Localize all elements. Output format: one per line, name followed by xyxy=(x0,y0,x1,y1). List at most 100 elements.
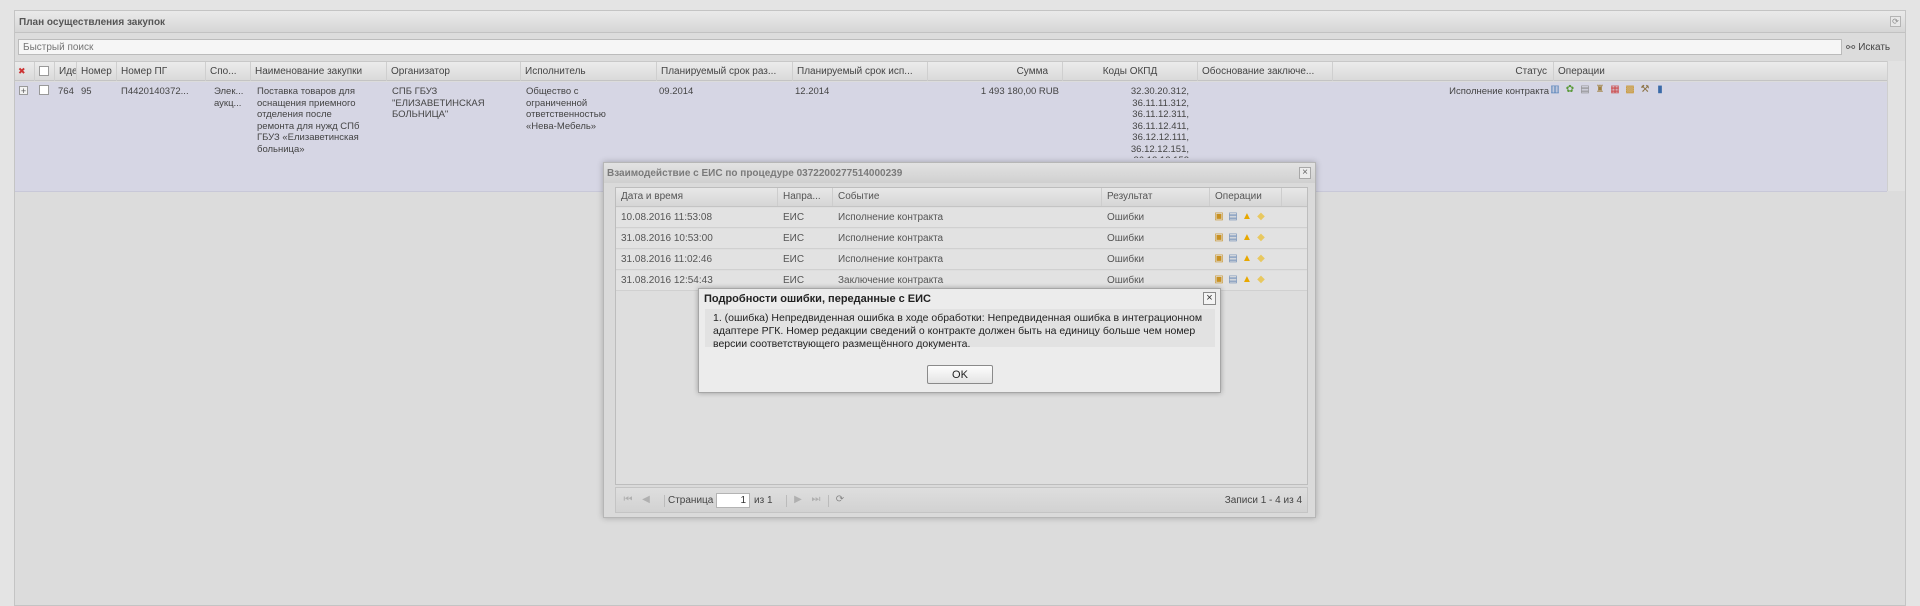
next-page-icon[interactable]: ▶ xyxy=(792,494,804,506)
column-direction[interactable]: Напра... xyxy=(778,188,833,206)
column-executor[interactable]: Исполнитель xyxy=(521,62,657,81)
divider xyxy=(664,495,665,507)
eis-dialog-title: Взаимодействие с ЕИС по процедуре 037220… xyxy=(607,168,903,179)
cell-event: Исполнение контракта xyxy=(838,233,944,244)
pagination-toolbar: ⏮ ◀ Страница из 1 ▶ ⏭ ⟳ Записи 1 - 4 из … xyxy=(615,487,1308,513)
cell-direction: ЕИС xyxy=(783,233,805,244)
warning-icon[interactable]: ▲ xyxy=(1241,211,1253,223)
column-pg-number[interactable]: Номер ПГ xyxy=(117,62,206,81)
error-dialog-title: Подробности ошибки, переданные с ЕИС xyxy=(704,293,931,305)
row-checkbox[interactable] xyxy=(39,85,49,95)
report-icon[interactable]: ▦ xyxy=(1609,84,1621,96)
note-icon[interactable]: ◆ xyxy=(1255,232,1267,244)
cell-event: Исполнение контракта xyxy=(838,212,944,223)
column-result[interactable]: Результат xyxy=(1102,188,1210,206)
package-icon[interactable]: ▣ xyxy=(1213,232,1225,244)
prev-page-icon[interactable]: ◀ xyxy=(640,494,652,506)
tools-icon[interactable]: ⚒ xyxy=(1639,84,1651,96)
note-icon[interactable]: ◆ xyxy=(1255,253,1267,265)
row-operations: ▣ ▤ ▲ ◆ xyxy=(1213,211,1267,223)
document-icon[interactable]: ▤ xyxy=(1227,211,1239,223)
document-icon[interactable]: ▤ xyxy=(1227,253,1239,265)
cell-datetime: 31.08.2016 11:02:46 xyxy=(621,254,713,265)
package-icon[interactable]: ▣ xyxy=(1213,253,1225,265)
cell-method: Элек... аукц... xyxy=(214,86,244,109)
column-id[interactable]: Иде xyxy=(55,62,77,81)
vertical-scrollbar[interactable] xyxy=(1887,61,1905,191)
cell-executor: Общество с ограниченной ответственностью… xyxy=(526,86,606,132)
cell-datetime: 10.08.2016 11:53:08 xyxy=(621,212,713,223)
column-name[interactable]: Наименование закупки xyxy=(251,62,387,81)
cell-status: Исполнение контракта xyxy=(1449,86,1549,97)
cell-direction: ЕИС xyxy=(783,254,805,265)
search-button[interactable]: ⚯ Искать xyxy=(1846,39,1902,56)
column-placement-date[interactable]: Планируемый срок раз... xyxy=(657,62,793,81)
package-icon[interactable]: ▣ xyxy=(1213,274,1225,286)
column-datetime[interactable]: Дата и время xyxy=(616,188,778,206)
page-number-input[interactable] xyxy=(716,493,750,508)
table-row[interactable]: 31.08.2016 11:02:46 ЕИС Исполнение контр… xyxy=(616,250,1307,270)
column-operations[interactable]: Операции xyxy=(1554,62,1887,81)
column-operations[interactable]: Операции xyxy=(1210,188,1282,206)
warning-icon[interactable]: ▲ xyxy=(1241,232,1253,244)
table-row[interactable]: 31.08.2016 10:53:00 ЕИС Исполнение контр… xyxy=(616,229,1307,249)
table-row[interactable]: 10.08.2016 11:53:08 ЕИС Исполнение контр… xyxy=(616,208,1307,228)
error-message: 1. (ошибка) Непредвиденная ошибка в ходе… xyxy=(705,309,1215,350)
emblem-icon[interactable]: ♜ xyxy=(1594,84,1606,96)
cell-number: 95 xyxy=(81,86,92,97)
last-page-icon[interactable]: ⏭ xyxy=(810,494,822,506)
stats-icon[interactable]: ▮ xyxy=(1654,84,1666,96)
package-icon[interactable]: ▣ xyxy=(1213,211,1225,223)
column-organizer[interactable]: Организатор xyxy=(387,62,521,81)
cell-placement-date: 09.2014 xyxy=(659,86,694,97)
column-method[interactable]: Спо... xyxy=(206,62,251,81)
row-operations: ▣ ▤ ▲ ◆ xyxy=(1213,253,1267,265)
quick-search-input[interactable] xyxy=(18,39,1842,55)
warning-icon[interactable]: ▲ xyxy=(1241,253,1253,265)
clear-filter-icon[interactable]: ✖ xyxy=(15,62,35,81)
cell-id: 764 xyxy=(58,86,74,97)
eis-dialog-header: Взаимодействие с ЕИС по процедуре 037220… xyxy=(604,163,1315,183)
page-count-label: из 1 xyxy=(754,495,773,506)
select-all-checkbox[interactable] xyxy=(35,62,55,81)
close-icon[interactable]: × xyxy=(1203,292,1216,305)
panel-title: План осуществления закупок xyxy=(19,17,166,28)
binoculars-icon: ⚯ xyxy=(1846,42,1856,54)
divider xyxy=(786,495,787,507)
cell-datetime: 31.08.2016 10:53:00 xyxy=(621,233,713,244)
cell-organizer: СПБ ГБУЗ "ЕЛИЗАВЕТИНСКАЯ БОЛЬНИЦА" xyxy=(392,86,485,120)
first-page-icon[interactable]: ⏮ xyxy=(622,494,634,506)
close-icon[interactable]: × xyxy=(1299,167,1311,179)
document-icon[interactable]: ▤ xyxy=(1227,274,1239,286)
cell-okpd: 32.30.20.312, 36.11.11.312, 36.11.12.311… xyxy=(1130,86,1189,158)
column-status[interactable]: Статус xyxy=(1333,62,1554,81)
divider xyxy=(828,495,829,507)
ok-button[interactable]: OK xyxy=(927,365,993,384)
document-icon[interactable]: ▤ xyxy=(1227,232,1239,244)
column-justification[interactable]: Обоснование заключе... xyxy=(1198,62,1333,81)
grid-header: ✖ Иде Номер Номер ПГ Спо... Наименование… xyxy=(15,61,1887,81)
settings-icon[interactable]: ✿ xyxy=(1564,84,1576,96)
error-details-dialog: Подробности ошибки, переданные с ЕИС × 1… xyxy=(698,288,1221,393)
search-button-label: Искать xyxy=(1858,42,1891,53)
column-number[interactable]: Номер xyxy=(77,62,117,81)
column-okpd[interactable]: Коды ОКПД xyxy=(1063,62,1198,81)
refresh-icon[interactable]: ⟳ xyxy=(1890,16,1901,27)
cell-name: Поставка товаров для оснащения приемного… xyxy=(257,86,360,155)
column-sum[interactable]: Сумма xyxy=(928,62,1063,81)
column-execution-date[interactable]: Планируемый срок исп... xyxy=(793,62,928,81)
archive-icon[interactable]: ▩ xyxy=(1624,84,1636,96)
warning-icon[interactable]: ▲ xyxy=(1241,274,1253,286)
cell-execution-date: 12.2014 xyxy=(795,86,830,97)
cell-result: Ошибки xyxy=(1107,212,1145,223)
expand-row-icon[interactable]: + xyxy=(19,86,28,96)
chart-icon[interactable]: ▥ xyxy=(1549,84,1561,96)
column-event[interactable]: Событие xyxy=(833,188,1102,206)
note-icon[interactable]: ◆ xyxy=(1255,211,1267,223)
cell-result: Ошибки xyxy=(1107,254,1145,265)
refresh-icon[interactable]: ⟳ xyxy=(834,494,846,506)
cell-pg-number: П4420140372... xyxy=(121,86,189,97)
note-icon[interactable]: ◆ xyxy=(1255,274,1267,286)
document-icon[interactable]: ▤ xyxy=(1579,84,1591,96)
cell-event: Заключение контракта xyxy=(838,275,944,286)
